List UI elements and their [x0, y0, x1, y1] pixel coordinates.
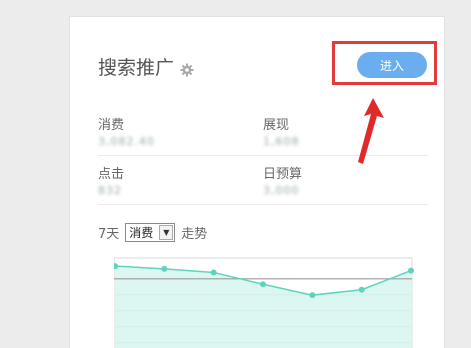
data-point[interactable] [358, 286, 365, 293]
days-label: 7天 [98, 227, 120, 242]
stat-label-impressions: 展现 [263, 118, 290, 133]
card-title: 搜索推广 [98, 57, 175, 79]
trend-chart [114, 257, 414, 348]
stat-value-spend: 3,082.40 [98, 135, 155, 148]
gear-icon[interactable] [180, 60, 194, 76]
trend-controls: 7天 消费 ▼ 走势 [98, 223, 207, 242]
red-arrow-annotation [358, 98, 384, 164]
data-point[interactable] [408, 267, 414, 274]
data-point[interactable] [210, 269, 217, 276]
stat-value-impressions: 1,608 [263, 135, 300, 148]
stat-label-clicks: 点击 [98, 167, 125, 182]
metric-select[interactable]: 消费 ▼ [125, 223, 176, 242]
data-point[interactable] [161, 265, 168, 272]
stat-label-spend: 消费 [98, 118, 125, 133]
trend-suffix: 走势 [181, 227, 208, 242]
enter-button-highlight: 进入 [332, 41, 437, 85]
card-header: 搜索推广 [98, 53, 194, 80]
divider [98, 204, 428, 205]
data-point[interactable] [260, 281, 266, 288]
metric-select-value: 消费 [129, 226, 154, 240]
stat-label-daily-budget: 日预算 [263, 167, 303, 182]
search-promotion-card: 搜索推广 进入 消费 3,082.40 展现 1,608 点击 832 日预算 … [69, 16, 445, 348]
stat-value-clicks: 832 [98, 184, 122, 197]
stat-value-daily-budget: 3,000 [263, 184, 300, 197]
data-point[interactable] [309, 292, 316, 299]
enter-button[interactable]: 进入 [357, 52, 427, 78]
chevron-down-icon[interactable]: ▼ [159, 225, 174, 240]
